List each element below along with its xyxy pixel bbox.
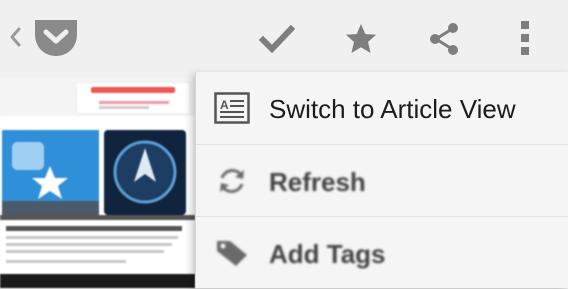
thumbnail-caption-strip — [2, 201, 99, 215]
menu-item-refresh[interactable]: Refresh — [196, 144, 568, 217]
speed-booster-icon — [113, 140, 177, 204]
menu-item-add-tags[interactable]: Add Tags — [196, 216, 568, 289]
action-bar — [0, 0, 568, 76]
menu-item-switch-to-article-view[interactable]: A Switch to Article View — [196, 72, 568, 144]
article-excerpt-line — [6, 236, 178, 239]
star-icon[interactable] — [343, 21, 379, 57]
article-excerpt-line — [6, 243, 172, 246]
article-list — [0, 76, 195, 288]
overflow-menu: A Switch to Article View Refresh Add Tag… — [195, 72, 568, 288]
more-vert-icon[interactable] — [514, 18, 536, 58]
article-title-text[interactable] — [6, 226, 182, 231]
divider — [0, 215, 195, 220]
ad-subline — [99, 101, 169, 104]
article-excerpt-line — [6, 260, 126, 263]
svg-text:A: A — [220, 98, 229, 112]
pocket-logo-icon[interactable] — [31, 16, 81, 58]
check-icon[interactable] — [258, 20, 296, 58]
chevron-left-icon[interactable] — [8, 26, 22, 48]
article-thumbnail-right[interactable] — [104, 130, 186, 215]
menu-item-label: Add Tags — [269, 239, 386, 269]
ad-box — [76, 82, 190, 114]
refresh-icon — [220, 169, 244, 193]
menu-item-label: Switch to Article View — [269, 94, 516, 124]
ad-headline — [91, 87, 175, 93]
article-view-icon: A — [214, 92, 250, 124]
next-article-preview[interactable] — [0, 274, 195, 288]
article-thumbnail-left[interactable] — [2, 130, 99, 215]
ad-banner[interactable] — [0, 76, 195, 116]
tag-icon — [217, 241, 247, 266]
article-excerpt-line — [6, 250, 164, 253]
menu-item-label: Refresh — [269, 167, 366, 197]
ad-subline-2 — [99, 106, 149, 109]
share-icon[interactable] — [426, 21, 462, 57]
